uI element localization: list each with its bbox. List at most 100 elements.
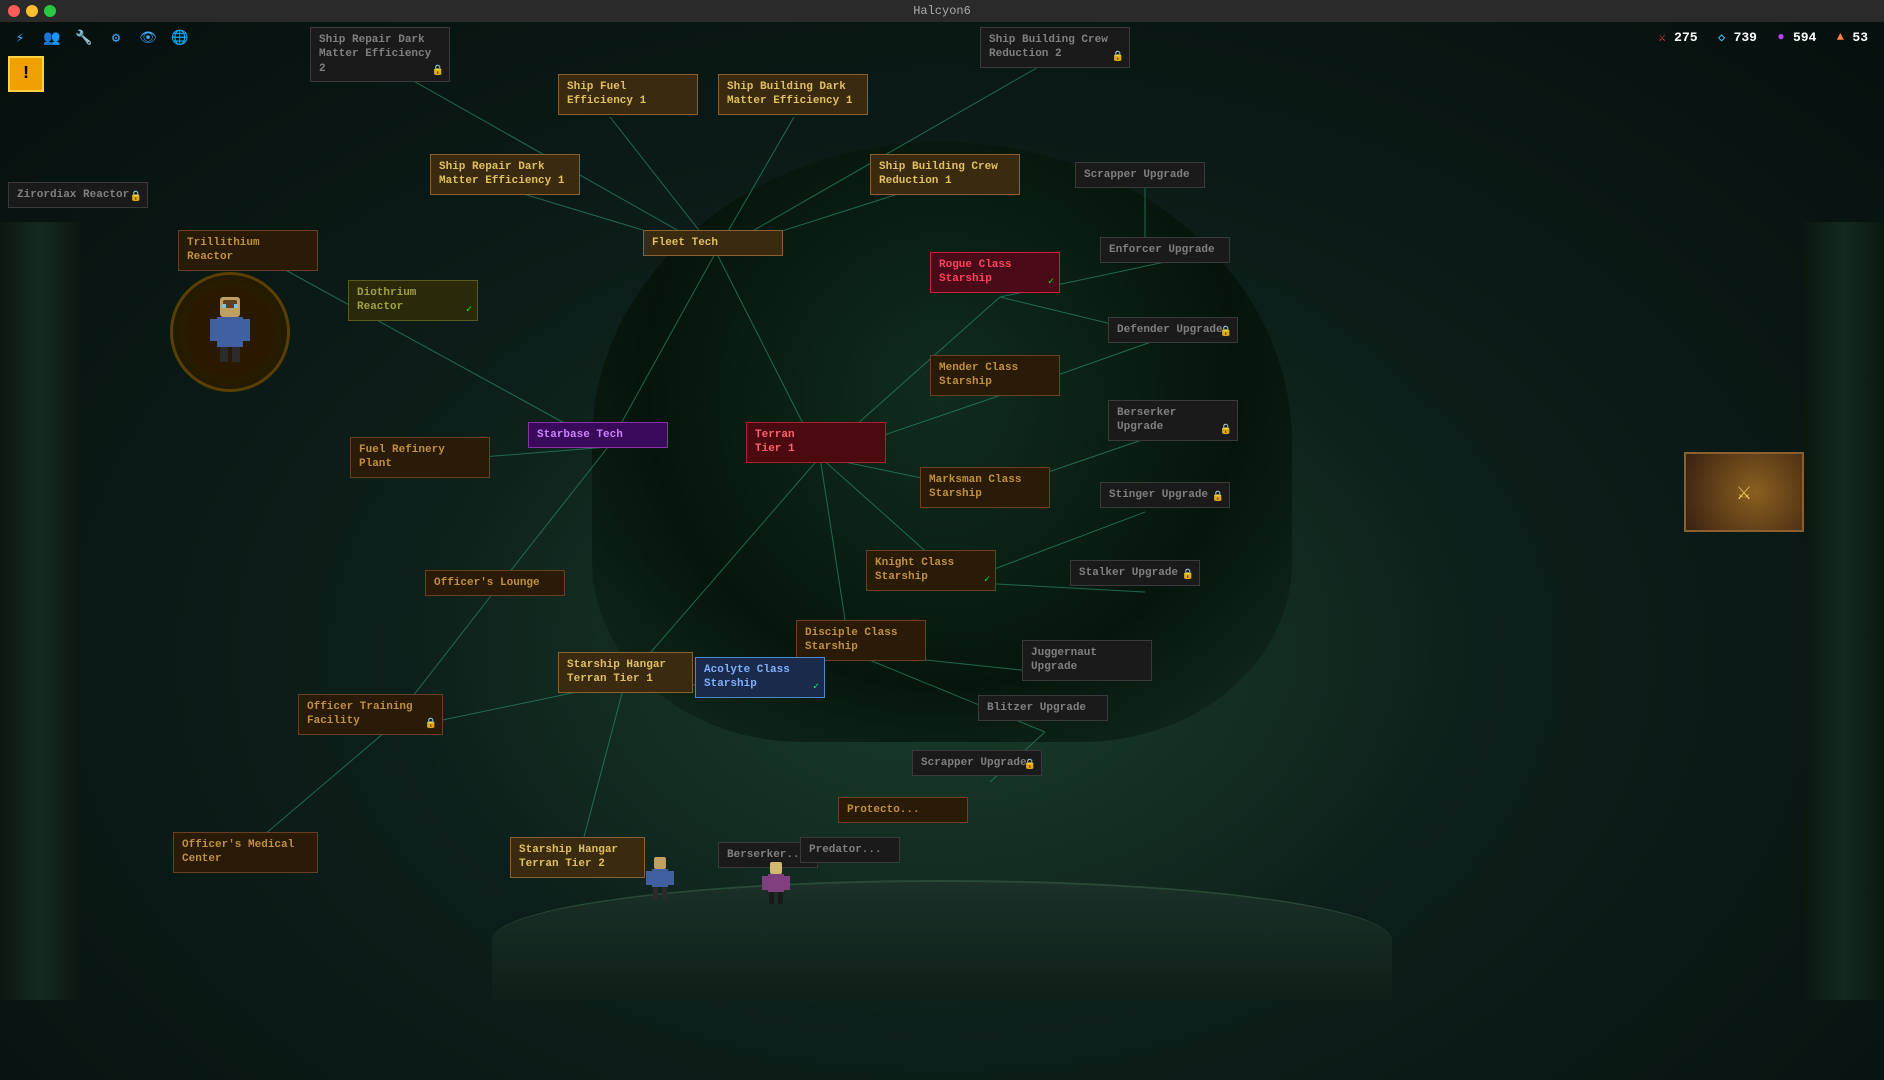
node-label: Ship Building CrewReduction 1 [879, 161, 998, 187]
node-fuel-efficiency-1[interactable]: Ship FuelEfficiency 1 [558, 74, 698, 115]
node-predator[interactable]: Predator... [800, 837, 900, 863]
node-starbase-tech[interactable]: Starbase Tech [528, 422, 668, 448]
node-building-dark-matter-1[interactable]: Ship Building DarkMatter Efficiency 1 [718, 74, 868, 115]
node-acolyte-class[interactable]: Acolyte ClassStarship ✓ [695, 657, 825, 698]
node-disciple-class[interactable]: Disciple ClassStarship [796, 620, 926, 661]
node-repair-dark-matter-1[interactable]: Ship Repair DarkMatter Efficiency 1 [430, 154, 580, 195]
node-label: Diothrium Reactor [357, 287, 416, 313]
pillar-right [1804, 222, 1884, 1000]
node-scrapper-upgrade-1[interactable]: Scrapper Upgrade [1075, 162, 1205, 188]
resource1-icon: ⚔ [1654, 29, 1670, 45]
node-officer-training[interactable]: Officer TrainingFacility 🔒 [298, 694, 443, 735]
node-stinger-upgrade[interactable]: Stinger Upgrade 🔒 [1100, 482, 1230, 508]
character-figure-1 [640, 855, 680, 910]
node-label: Enforcer Upgrade [1109, 244, 1215, 256]
node-label: Defender Upgrade [1117, 324, 1223, 336]
node-stalker-upgrade[interactable]: Stalker Upgrade 🔒 [1070, 560, 1200, 586]
node-label: Scrapper Upgrade [921, 757, 1027, 769]
node-marksman-class[interactable]: Marksman ClassStarship [920, 467, 1050, 508]
sidebar-icon-tools[interactable]: 🔧 [72, 26, 96, 50]
resource2-value: 739 [1734, 30, 1757, 45]
node-label: Protecto... [847, 804, 920, 816]
character-portrait[interactable] [170, 272, 290, 392]
sidebar-icon-settings[interactable]: ⚙ [104, 26, 128, 50]
node-juggernaut-upgrade[interactable]: JuggernautUpgrade [1022, 640, 1152, 681]
hud-resource-4: ▲ 53 [1832, 29, 1868, 45]
hud-resource-1: ⚔ 275 [1654, 29, 1697, 45]
node-knight-class[interactable]: Knight ClassStarship ✓ [866, 550, 996, 591]
resource3-icon: ● [1773, 29, 1789, 45]
node-crew-reduction-1[interactable]: Ship Building CrewReduction 1 [870, 154, 1020, 195]
pillar-left [0, 222, 80, 1000]
resource4-value: 53 [1852, 30, 1868, 45]
node-fleet-tech[interactable]: Fleet Tech [643, 230, 783, 256]
node-starship-hangar-t1[interactable]: Starship HangarTerran Tier 1 [558, 652, 693, 693]
check-icon: ✓ [1048, 276, 1054, 289]
minimize-button[interactable] [26, 5, 38, 17]
sidebar-icon-combat[interactable]: ⚡ [8, 26, 32, 50]
node-label: Ship Repair DarkMatter Efficiency 1 [439, 161, 564, 187]
node-label: Officer's Lounge [434, 577, 540, 589]
node-starship-hangar-t2[interactable]: Starship HangarTerran Tier 2 [510, 837, 645, 878]
resource3-value: 594 [1793, 30, 1816, 45]
node-crew-reduction-2[interactable]: Ship Building CrewReduction 2 🔒 [980, 27, 1130, 68]
maximize-button[interactable] [44, 5, 56, 17]
node-officer-medical[interactable]: Officer's MedicalCenter [173, 832, 318, 873]
node-label: Predator... [809, 844, 882, 856]
lock-icon: 🔒 [1220, 326, 1232, 339]
node-defender-upgrade[interactable]: Defender Upgrade 🔒 [1108, 317, 1238, 343]
node-terran-tier1[interactable]: TerranTier 1 [746, 422, 886, 463]
lock-icon: 🔒 [432, 65, 444, 78]
sidebar-icon-crew[interactable]: 👥 [40, 26, 64, 50]
left-sidebar: ⚡ 👥 🔧 ⚙ 👁 🌐 [0, 22, 200, 54]
node-rogue-class[interactable]: Rogue ClassStarship ✓ [930, 252, 1060, 293]
node-diothium-reactor[interactable]: Diothrium Reactor ✓ [348, 280, 478, 321]
node-officer-lounge[interactable]: Officer's Lounge [425, 570, 565, 596]
node-zirordiax-reactor[interactable]: Zirordiax Reactor 🔒 [8, 182, 148, 208]
node-protecto[interactable]: Protecto... [838, 797, 968, 823]
node-trillithium-reactor[interactable]: Trillithium Reactor [178, 230, 318, 271]
node-blitzer-upgrade[interactable]: Blitzer Upgrade [978, 695, 1108, 721]
alert-icon[interactable]: ! [8, 56, 44, 92]
node-label: Mender ClassStarship [939, 362, 1018, 388]
character-figure-2 [756, 860, 796, 915]
node-label: TerranTier 1 [755, 429, 795, 455]
node-label: Starbase Tech [537, 429, 623, 441]
node-label: Knight ClassStarship [875, 557, 954, 583]
node-label: Ship Building CrewReduction 2 [989, 34, 1108, 60]
resource2-icon: ◇ [1714, 29, 1730, 45]
node-berserker-upgrade[interactable]: BerserkerUpgrade 🔒 [1108, 400, 1238, 441]
lock-icon: 🔒 [130, 191, 142, 204]
hud-resource-3: ● 594 [1773, 29, 1816, 45]
close-button[interactable] [8, 5, 20, 17]
node-mender-class[interactable]: Mender ClassStarship [930, 355, 1060, 396]
lock-icon: 🔒 [1112, 51, 1124, 64]
node-fuel-refinery[interactable]: Fuel Refinery Plant [350, 437, 490, 478]
platform [492, 880, 1392, 1000]
node-enforcer-upgrade[interactable]: Enforcer Upgrade [1100, 237, 1230, 263]
sidebar-icon-view[interactable]: 👁 [136, 26, 160, 50]
node-label: Rogue ClassStarship [939, 259, 1012, 285]
lock-icon: 🔒 [1212, 491, 1224, 504]
lock-icon: 🔒 [1024, 759, 1036, 772]
check-icon: ✓ [813, 681, 819, 694]
node-scrapper-upgrade-2[interactable]: Scrapper Upgrade 🔒 [912, 750, 1042, 776]
window-title: Halcyon6 [913, 4, 971, 18]
check-icon: ✓ [466, 304, 472, 317]
resource4-icon: ▲ [1832, 29, 1848, 45]
lock-icon: 🔒 [1220, 424, 1232, 437]
hud-resource-2: ◇ 739 [1714, 29, 1757, 45]
node-label: Disciple ClassStarship [805, 627, 897, 653]
node-label: Starship HangarTerran Tier 1 [567, 659, 666, 685]
sidebar-icon-network[interactable]: 🌐 [168, 26, 192, 50]
node-label: Marksman ClassStarship [929, 474, 1021, 500]
node-label: BerserkerUpgrade [1117, 407, 1176, 433]
node-label: Blitzer Upgrade [987, 702, 1086, 714]
lock-icon: 🔒 [425, 718, 437, 731]
resource1-value: 275 [1674, 30, 1697, 45]
window-controls[interactable] [8, 5, 56, 17]
node-matter-efficiency-2[interactable]: Ship Repair DarkMatter Efficiency 2 🔒 [310, 27, 450, 82]
character-sprite [185, 287, 275, 377]
node-label: Starship HangarTerran Tier 2 [519, 844, 618, 870]
node-label: Ship FuelEfficiency 1 [567, 81, 646, 107]
